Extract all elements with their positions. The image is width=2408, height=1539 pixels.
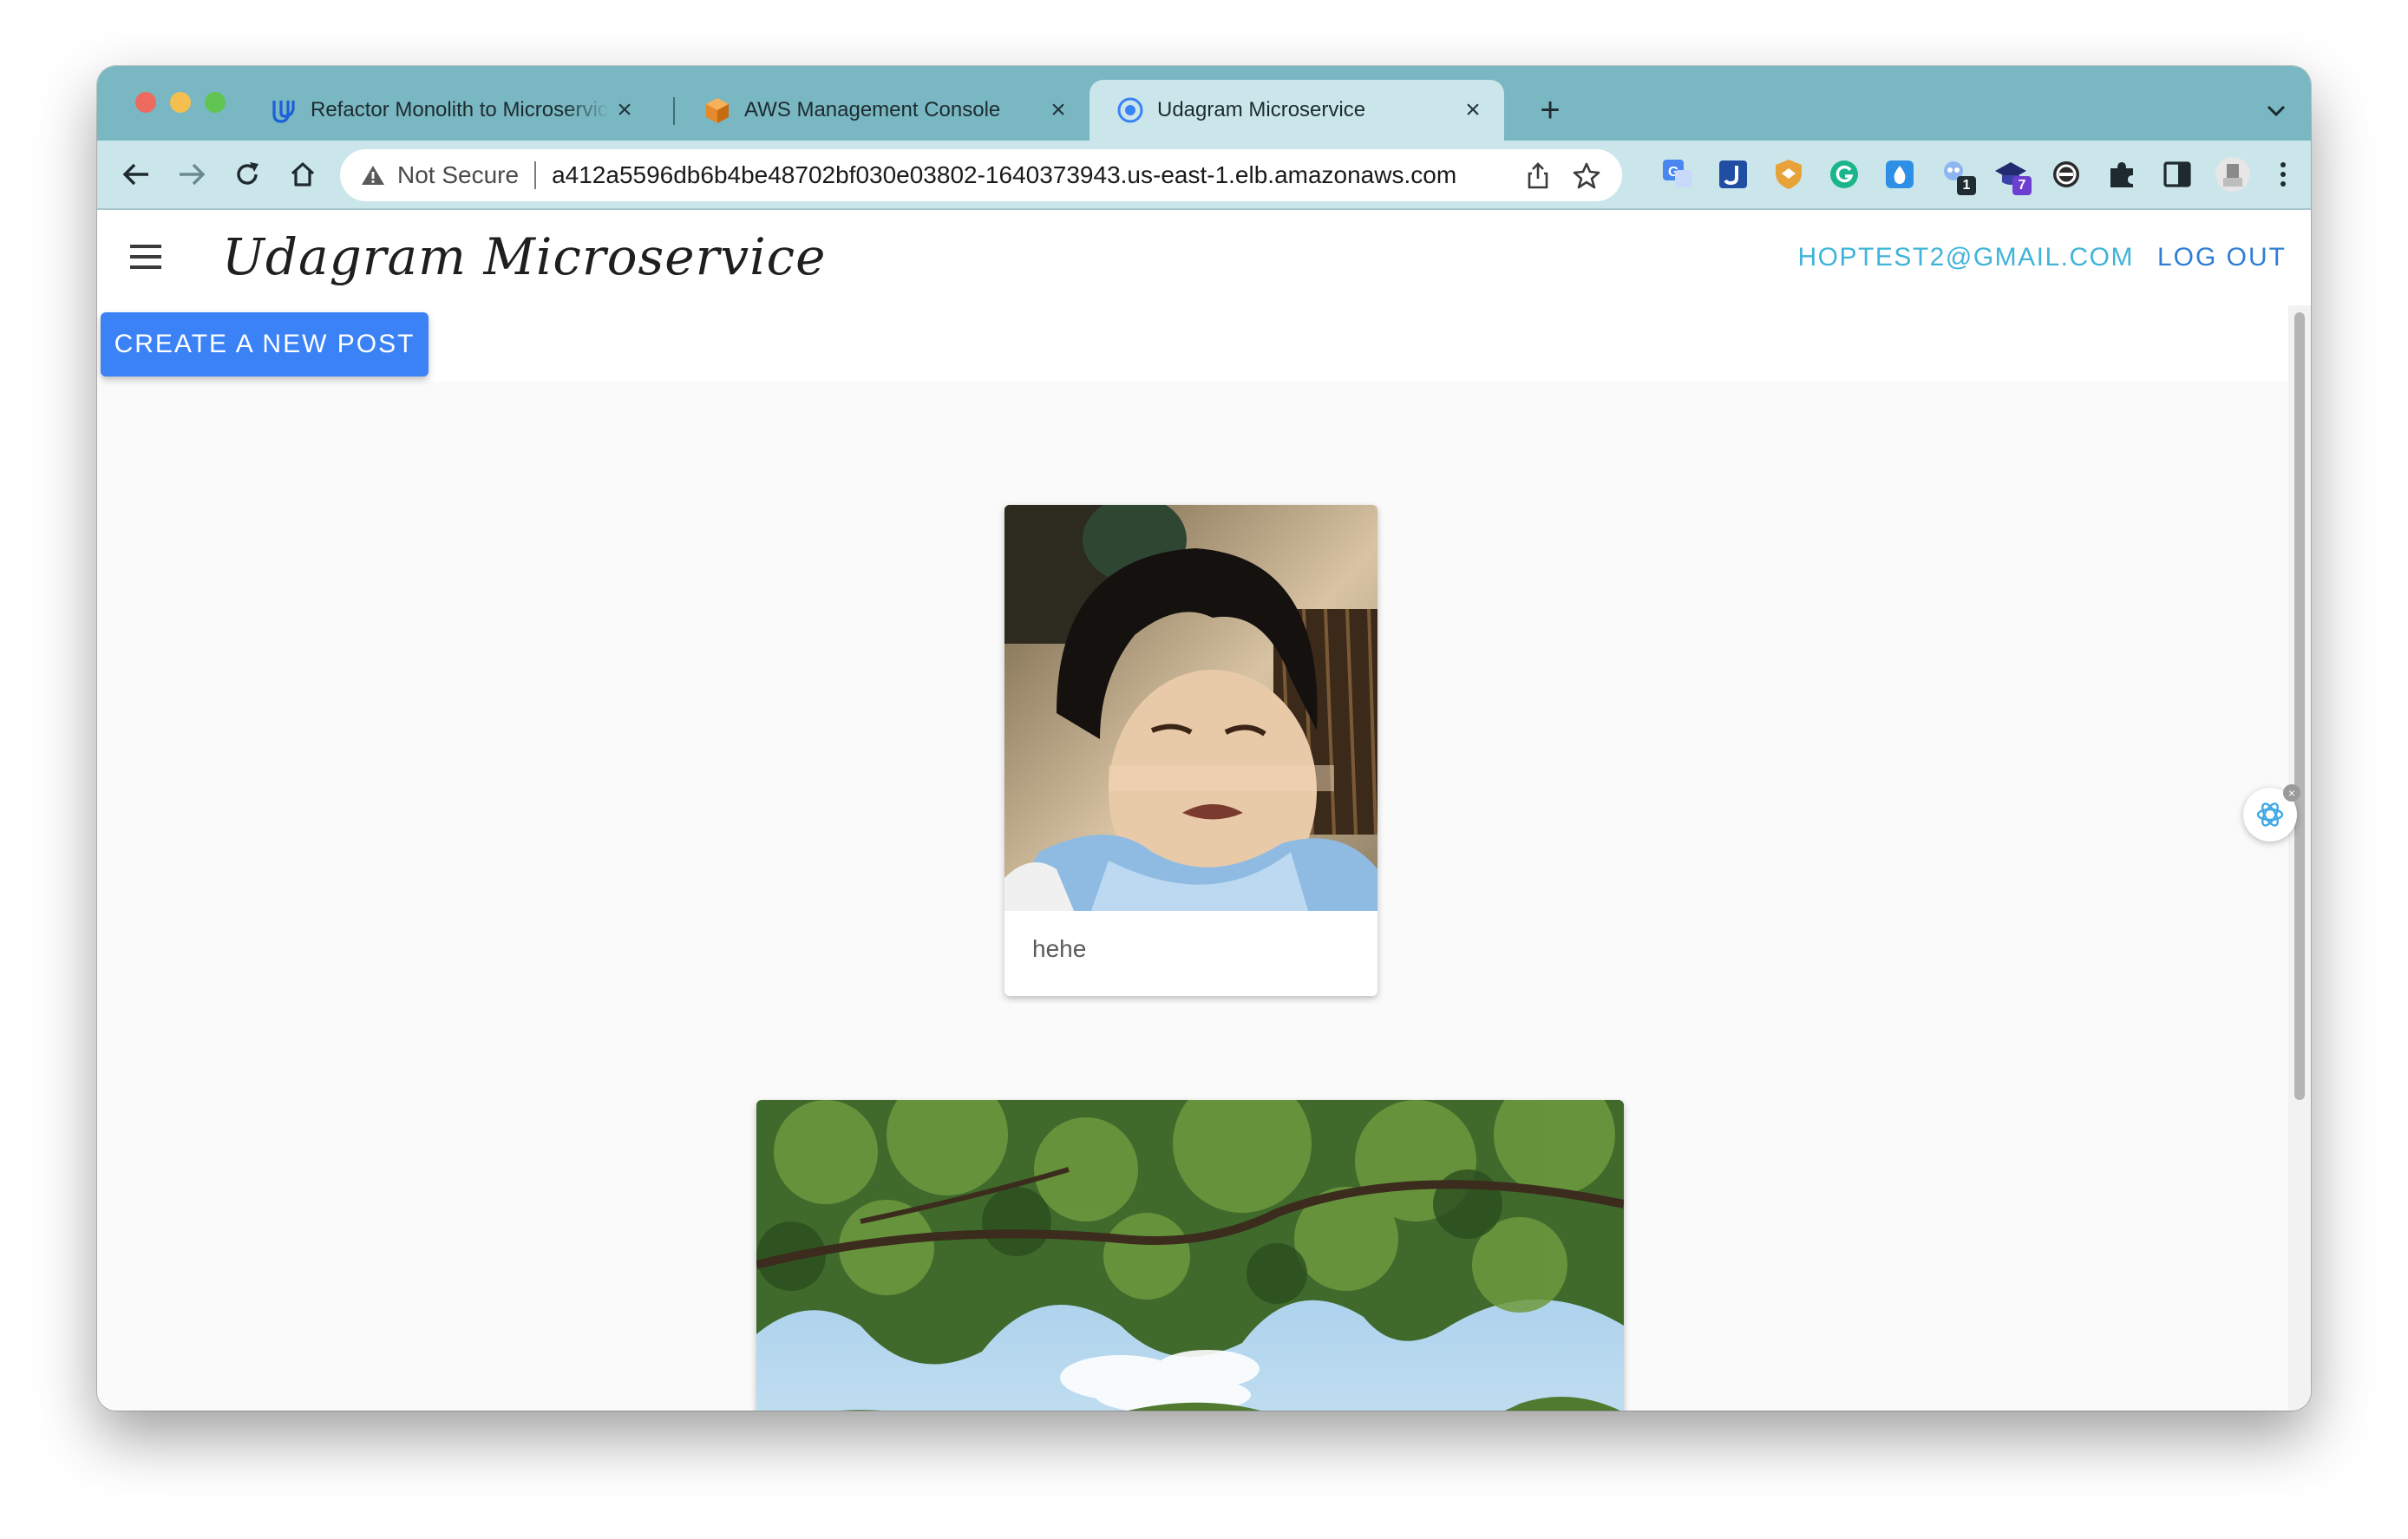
tab-refactor-monolith[interactable]: Refactor Monolith to Microservices ×: [243, 80, 656, 141]
puzzle-piece-icon[interactable]: [2101, 154, 2143, 195]
new-tab-button[interactable]: +: [1528, 88, 1572, 132]
ai-assistant-icon[interactable]: ×: [2243, 784, 2300, 842]
security-label[interactable]: Not Secure: [397, 161, 519, 189]
app-header: Udagram Microservice HOPTEST2@GMAIL.COM …: [97, 210, 2311, 305]
udacity-logo-icon: [269, 95, 298, 125]
divider: [534, 161, 537, 189]
forest-canopy-photo[interactable]: [756, 1100, 1624, 1411]
user-email-link[interactable]: HOPTEST2@GMAIL.COM: [1798, 243, 2135, 272]
close-tab-icon[interactable]: ×: [1457, 95, 1489, 126]
forward-button[interactable]: [170, 153, 213, 196]
tab-title: Refactor Monolith to Microservices: [311, 98, 609, 121]
url-text[interactable]: a412a5596db6b4be48702bf030e03802-1640373…: [552, 161, 1508, 189]
close-tab-icon[interactable]: ×: [1043, 95, 1074, 126]
bookmark-star-icon[interactable]: [1568, 157, 1605, 193]
feed-card: [756, 1100, 1624, 1411]
home-button[interactable]: [281, 153, 324, 196]
close-icon[interactable]: ×: [2283, 784, 2300, 802]
grammar-check-icon[interactable]: 1: [1934, 154, 1976, 195]
graduation-cap-icon[interactable]: 7: [1990, 154, 2032, 195]
chrome-globe-icon: [1116, 95, 1145, 125]
google-translate-icon[interactable]: G: [1657, 154, 1698, 195]
tab-search-chevron-icon[interactable]: [2259, 94, 2293, 128]
tab-aws-console[interactable]: AWS Management Console ×: [677, 80, 1089, 141]
shield-icon[interactable]: [1768, 154, 1809, 195]
feed-card: hehe: [1004, 505, 1377, 996]
reload-button[interactable]: [226, 153, 269, 196]
tab-strip: Refactor Monolith to Microservices × AWS…: [97, 66, 2311, 141]
tab-separator: [673, 97, 675, 125]
scrollbar-thumb[interactable]: [2294, 312, 2305, 1100]
aws-cube-icon: [703, 95, 732, 125]
maximize-window-button[interactable]: [205, 92, 226, 113]
logout-button[interactable]: LOG OUT: [2157, 243, 2287, 272]
browser-window: Refactor Monolith to Microservices × AWS…: [97, 66, 2311, 1411]
jira-icon[interactable]: [1712, 154, 1754, 195]
post-caption: hehe: [1032, 935, 1087, 962]
browser-menu-icon[interactable]: [2262, 154, 2304, 195]
close-tab-icon[interactable]: ×: [609, 95, 640, 126]
grammarly-icon[interactable]: [1823, 154, 1865, 195]
extension-badge: 7: [2012, 176, 2032, 195]
app-title: Udagram Microservice: [222, 227, 827, 286]
create-post-button[interactable]: CREATE A NEW POST: [101, 312, 429, 377]
profile-avatar[interactable]: [2212, 154, 2254, 195]
page-scrollbar[interactable]: [2288, 305, 2311, 1411]
tab-title: AWS Management Console: [744, 98, 1001, 121]
hamburger-menu-icon[interactable]: [127, 239, 167, 274]
toolbar-strip: CREATE A NEW POST: [97, 305, 2288, 382]
tab-title: Udagram Microservice: [1157, 98, 1366, 121]
address-bar[interactable]: Not Secure a412a5596db6b4be48702bf030e03…: [340, 149, 1622, 201]
share-icon[interactable]: [1520, 157, 1556, 193]
face-extension-icon[interactable]: [2045, 154, 2087, 195]
raindrop-icon[interactable]: [1879, 154, 1921, 195]
feed-area: CREATE A NEW POST hehe: [97, 305, 2288, 1411]
back-button[interactable]: [115, 153, 158, 196]
tab-udagram[interactable]: Udagram Microservice ×: [1089, 80, 1504, 141]
crying-toddler-photo[interactable]: [1004, 505, 1377, 913]
warning-icon[interactable]: [359, 161, 387, 189]
side-panel-icon[interactable]: [2156, 154, 2198, 195]
browser-toolbar: Not Secure a412a5596db6b4be48702bf030e03…: [97, 141, 2311, 210]
minimize-window-button[interactable]: [170, 92, 191, 113]
close-window-button[interactable]: [135, 92, 156, 113]
extension-badge: 1: [1957, 176, 1976, 195]
